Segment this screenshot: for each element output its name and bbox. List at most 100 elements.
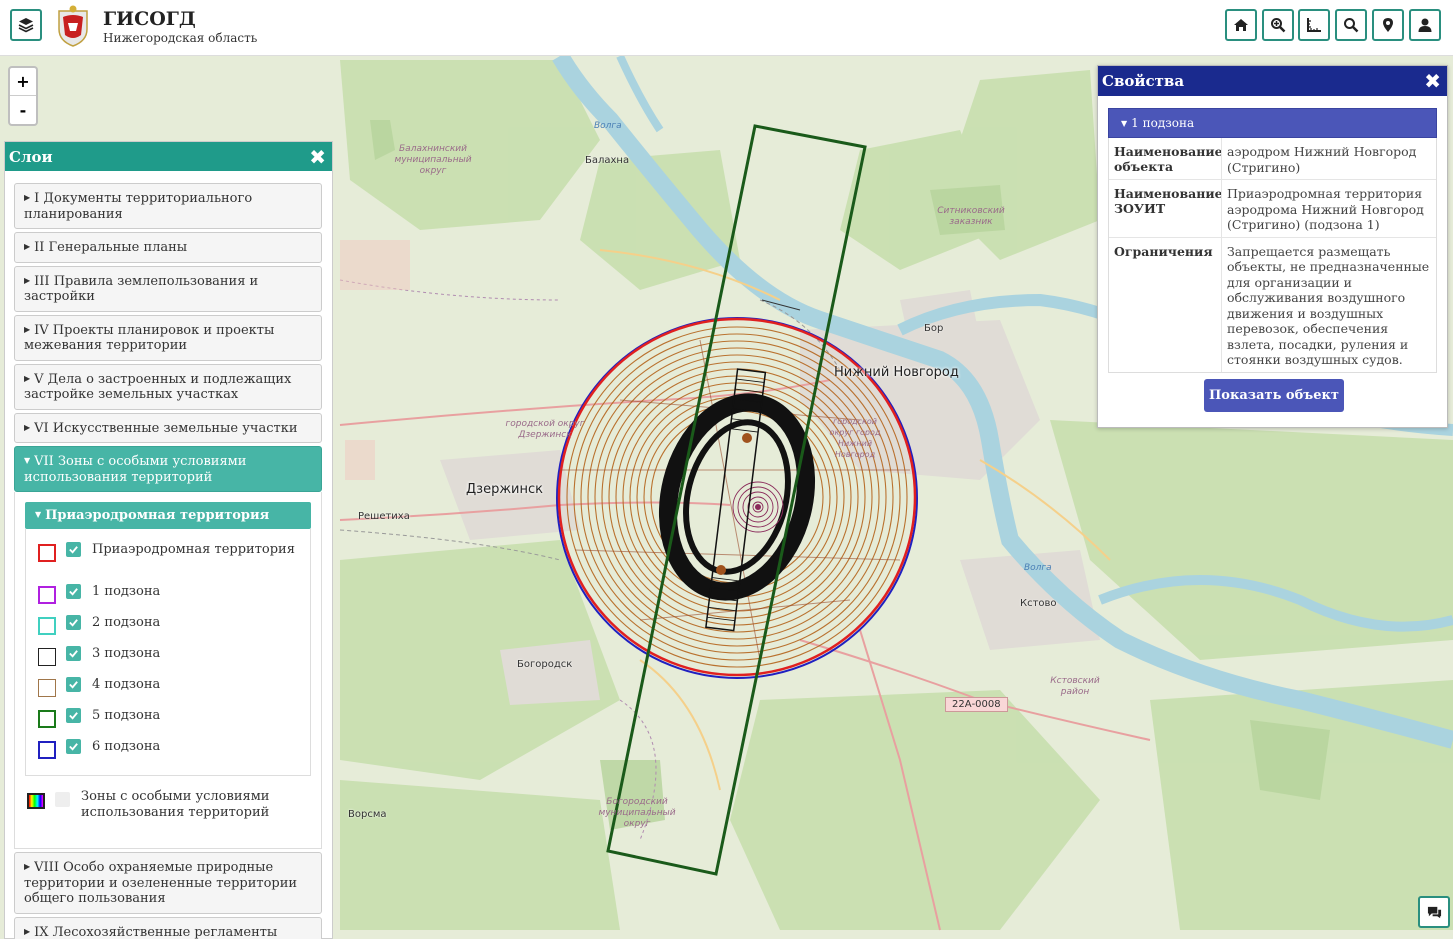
app-header: ГИСОГД Нижегородская область <box>0 0 1453 56</box>
zoom-in-button[interactable]: + <box>10 68 36 96</box>
map-label-kstovo-district: Кстовский район <box>1050 676 1100 697</box>
caret-down-icon: ▼ <box>24 456 31 465</box>
properties-section-title: 1 подзона <box>1131 116 1195 130</box>
layer-group-2[interactable]: ▶ II Генеральные планы <box>14 232 322 263</box>
legend-label: Приаэродромная территория <box>92 542 295 557</box>
legend-swatch <box>38 586 56 604</box>
legend-checkbox[interactable] <box>66 646 81 661</box>
properties-key: Наименование ЗОУИТ <box>1114 186 1223 216</box>
legend-list: Приаэродромная территория 1 подзона 2 по… <box>25 529 311 776</box>
layers-panel-header: Слои ✖ <box>5 142 332 171</box>
legend-item: Приаэродромная территория <box>38 541 300 583</box>
legend-checkbox[interactable] <box>66 739 81 754</box>
legend-swatch <box>38 617 56 635</box>
legend-item: 6 подзона <box>38 738 300 769</box>
zouit-layer-checkbox[interactable] <box>55 792 70 807</box>
layer-group-label: II Генеральные планы <box>34 240 188 255</box>
chat-icon <box>1427 906 1441 918</box>
map-label-balakhna-district: Балахнинский муниципальный округ <box>394 144 472 176</box>
map-label-bogorodsk-district: Богородский муниципальный округ <box>598 797 676 829</box>
zouit-layer-label: Зоны с особыми условиями использования т… <box>81 789 270 820</box>
layer-group-6[interactable]: ▶ VI Искусственные земельные участки <box>14 412 322 443</box>
properties-panel-title: Свойства <box>1102 72 1185 90</box>
location-icon <box>1383 18 1393 32</box>
legend-item: 5 подзона <box>38 707 300 738</box>
properties-key: Ограничения <box>1114 243 1213 259</box>
map-label-bor: Бор <box>924 323 944 334</box>
zouit-layer-item: Зоны с особыми условиями использования т… <box>25 788 311 840</box>
layers-icon <box>18 18 34 33</box>
layer-group-label: III Правила землепользования и застройки <box>24 273 259 305</box>
map-label-vorsma: Ворсма <box>348 809 387 820</box>
layer-group-label: VI Искусственные земельные участки <box>34 420 298 436</box>
check-icon <box>69 619 78 627</box>
layer-group-7-content: ▼ Приаэродромная территория Приаэродромна… <box>14 492 322 849</box>
properties-section-header[interactable]: ▼ 1 подзона <box>1108 108 1437 138</box>
layers-panel: Слои ✖ ▶ I Документы территориального пла… <box>4 141 333 939</box>
properties-value: аэродром Нижний Новгород (Стригино) <box>1221 138 1436 179</box>
properties-value: Запрещается размещать объекты, не предна… <box>1221 237 1436 372</box>
sublayer-header[interactable]: ▼ Приаэродромная территория <box>25 502 311 529</box>
legend-item: 2 подзона <box>38 614 300 645</box>
layer-group-9[interactable]: ▶IX Лесохозяйственные регламенты лесниче… <box>14 916 322 939</box>
properties-panel-header: Свойства ✖ <box>1098 66 1447 96</box>
ruler-button[interactable] <box>1298 9 1330 41</box>
check-icon <box>69 681 78 689</box>
chat-button[interactable] <box>1418 896 1450 928</box>
check-icon <box>69 650 78 658</box>
road-shield: 22А-0008 <box>945 697 1008 712</box>
home-button[interactable] <box>1225 9 1257 41</box>
caret-right-icon: ▶ <box>24 193 31 202</box>
layer-group-label: IX Лесохозяйственные регламенты лесничес… <box>34 924 278 939</box>
home-icon <box>1234 19 1248 31</box>
legend-swatch <box>38 741 56 759</box>
legend-checkbox[interactable] <box>66 542 81 557</box>
layer-group-5[interactable]: ▶ V Дела о застроенных и подлежащих застр… <box>14 363 322 410</box>
legend-checkbox[interactable] <box>66 708 81 723</box>
properties-panel-close-icon[interactable]: ✖ <box>1424 69 1441 93</box>
legend-swatch <box>38 679 56 697</box>
caret-down-icon: ▼ <box>35 509 42 519</box>
layer-group-label: VIII Особо охраняемые природные территор… <box>24 860 298 906</box>
zoom-out-button[interactable]: - <box>10 96 36 124</box>
show-object-button[interactable]: Показать объект <box>1204 379 1344 412</box>
legend-checkbox[interactable] <box>66 677 81 692</box>
legend-checkbox[interactable] <box>66 584 81 599</box>
legend-item: 3 подзона <box>38 645 300 676</box>
search-button[interactable] <box>1335 9 1367 41</box>
caret-right-icon: ▶ <box>24 242 31 251</box>
properties-value: Приаэродромная территория аэродрома Нижн… <box>1221 180 1436 237</box>
layer-group-7[interactable]: ▼ VII Зоны с особыми условиями использова… <box>14 446 322 492</box>
layer-group-8[interactable]: ▶ VIII Особо охраняемые природные террито… <box>14 852 322 914</box>
zoom-extent-icon <box>1271 18 1286 33</box>
check-icon <box>69 743 78 751</box>
map-label-nizhny-district: городской округ город Нижний Новгород <box>829 417 881 459</box>
caret-right-icon: ▶ <box>24 926 31 936</box>
caret-right-icon: ▶ <box>24 373 31 383</box>
map-label-volga: Волга <box>594 121 622 131</box>
layer-group-label: IV Проекты планировок и проекты межевани… <box>24 322 275 354</box>
legend-label: 5 подзона <box>92 708 161 723</box>
user-icon <box>1418 18 1432 32</box>
layer-group-1[interactable]: ▶ I Документы территориального планирован… <box>14 183 322 229</box>
properties-row: Наименование объекта аэродром Нижний Нов… <box>1109 138 1436 179</box>
zoom-extent-button[interactable] <box>1262 9 1294 41</box>
map-label-volga-2: Волга <box>1024 563 1052 573</box>
user-button[interactable] <box>1409 9 1441 41</box>
caret-right-icon: ▶ <box>24 324 31 334</box>
legend-checkbox[interactable] <box>66 615 81 630</box>
legend-label: 1 подзона <box>92 584 161 599</box>
location-button[interactable] <box>1372 9 1404 41</box>
layers-toggle-button[interactable] <box>10 9 42 41</box>
legend-item: 4 подзона <box>38 676 300 707</box>
map-label-bogorodsk: Богородск <box>517 659 573 670</box>
legend-label: 4 подзона <box>92 677 161 692</box>
caret-down-icon: ▼ <box>1121 119 1128 128</box>
layer-group-3[interactable]: ▶ III Правила землепользования и застройк… <box>14 265 322 312</box>
properties-key: Наименование объекта <box>1114 144 1223 174</box>
map-label-kstovo: Кстово <box>1020 598 1057 609</box>
legend-label: 3 подзона <box>92 646 161 661</box>
layers-panel-close-icon[interactable]: ✖ <box>309 145 326 169</box>
sublayer-title: Приаэродромная территория <box>45 508 270 523</box>
layer-group-4[interactable]: ▶ IV Проекты планировок и проекты межеван… <box>14 314 322 361</box>
